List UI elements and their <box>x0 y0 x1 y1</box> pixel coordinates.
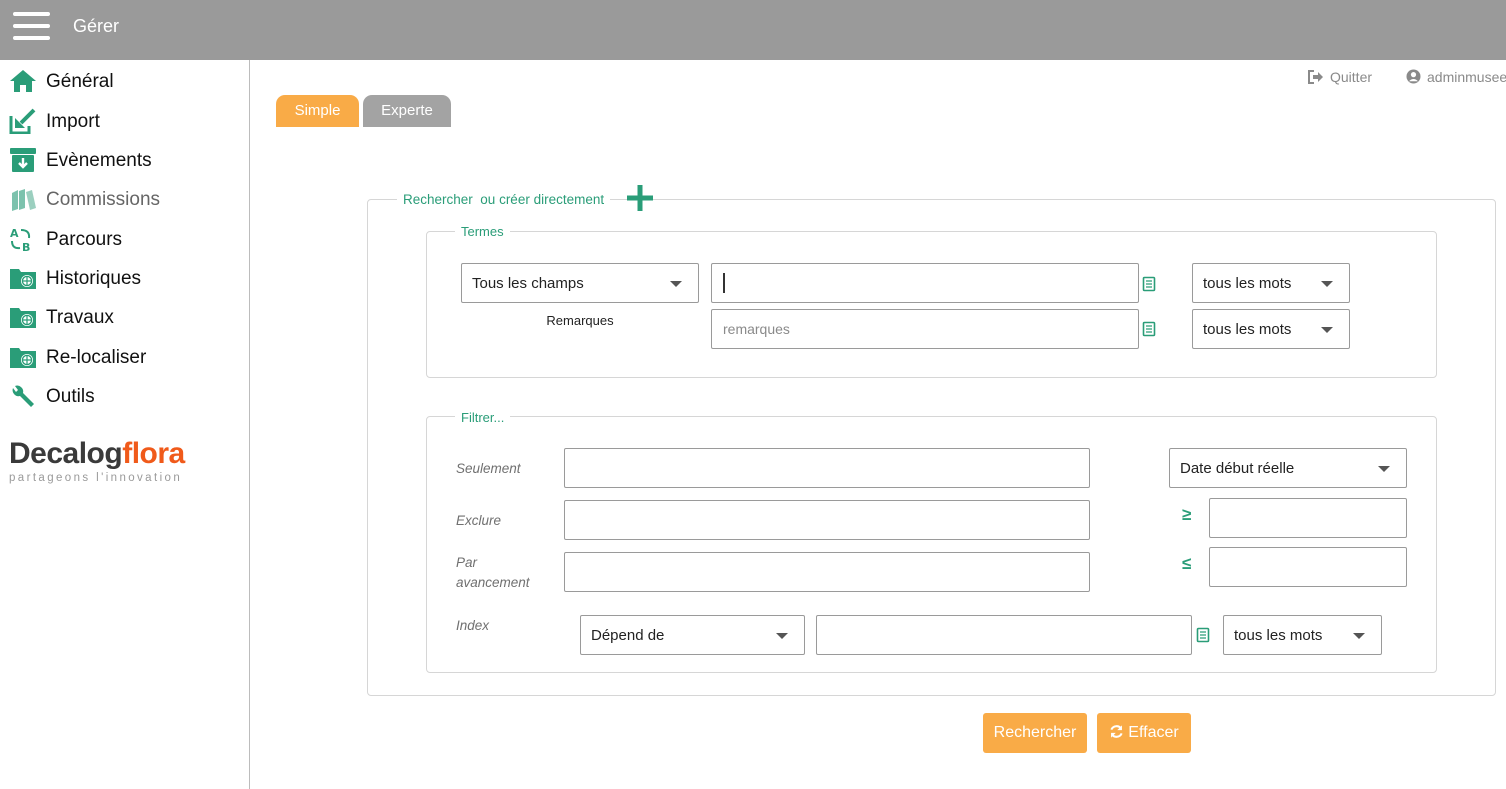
exclure-input[interactable] <box>564 500 1090 540</box>
thesaurus-icon[interactable] <box>1142 321 1156 337</box>
quit-link[interactable]: Quitter <box>1308 69 1372 85</box>
search-legend: Rechercher ou créer directement <box>397 192 611 207</box>
seulement-input[interactable] <box>564 448 1090 488</box>
sidebar-item-travaux[interactable]: Travaux <box>9 300 244 332</box>
sidebar-item-evenements[interactable]: Evènements <box>9 143 244 175</box>
sidebar-item-historiques[interactable]: Historiques <box>9 261 244 293</box>
mode-select-1[interactable]: tous les mots <box>1192 263 1350 303</box>
chevron-down-icon <box>1353 633 1365 639</box>
wrench-icon <box>12 385 34 407</box>
seulement-label: Seulement <box>456 461 521 476</box>
lte-toggle[interactable]: ≤ <box>1182 554 1191 574</box>
index-label: Index <box>456 618 490 633</box>
page-title: Gérer <box>73 16 120 36</box>
field-select-value: Tous les champs <box>472 275 584 292</box>
sidebar-item-label: Re-localiser <box>46 347 147 368</box>
par-avancement-label: Par avancement <box>456 555 530 590</box>
exclure-label: Exclure <box>456 513 502 528</box>
termes-legend: Termes <box>455 224 510 239</box>
chevron-down-icon <box>1378 466 1390 472</box>
date-select[interactable]: Date début réelle <box>1169 448 1407 488</box>
term-input[interactable] <box>711 263 1139 303</box>
plus-icon[interactable] <box>625 183 655 213</box>
username: adminmusee <box>1427 69 1506 85</box>
clear-button[interactable]: Effacer <box>1097 713 1191 753</box>
sidebar-item-label: Commissions <box>46 189 161 210</box>
mode-select-2[interactable]: tous les mots <box>1192 309 1350 349</box>
logo-part2: flora <box>122 437 185 470</box>
date-from-input[interactable] <box>1209 498 1407 538</box>
index-mode-select-value: tous les mots <box>1234 627 1323 644</box>
home-icon <box>10 70 36 92</box>
mode-select-1-value: tous les mots <box>1203 275 1292 292</box>
create-legend-label: ou créer directement <box>480 192 605 207</box>
avancement-input[interactable] <box>564 552 1090 592</box>
chevron-down-icon <box>1321 281 1333 287</box>
index-mode-select[interactable]: tous les mots <box>1223 615 1382 655</box>
sidebar-item-label: Evènements <box>46 150 152 171</box>
sign-out-icon <box>1308 70 1323 84</box>
user-menu[interactable]: adminmusee <box>1406 69 1506 85</box>
sidebar-item-parcours[interactable]: A B Parcours <box>9 222 244 254</box>
search-button[interactable]: Rechercher <box>983 713 1087 753</box>
sidebar-item-label: Travaux <box>46 307 114 328</box>
import-icon <box>9 108 36 134</box>
top-bar: Gérer <box>0 0 1506 60</box>
mode-select-2-value: tous les mots <box>1203 321 1292 338</box>
refresh-icon <box>1110 725 1123 738</box>
field-caption: Remarques <box>546 313 614 328</box>
sidebar: Général Import Evènements Commissions A … <box>0 60 250 789</box>
tab-experte[interactable]: Experte <box>363 95 451 127</box>
logo-tagline: partageons l'innovation <box>9 472 183 484</box>
sidebar-item-outils[interactable]: Outils <box>9 379 244 411</box>
books-icon <box>12 189 36 211</box>
folder-globe-icon <box>10 269 36 289</box>
date-to-input[interactable] <box>1209 547 1407 587</box>
index-select[interactable]: Dépend de <box>580 615 805 655</box>
remarques-input[interactable] <box>711 309 1139 349</box>
gte-toggle[interactable]: ≥ <box>1182 505 1191 525</box>
sidebar-item-import[interactable]: Import <box>9 104 244 136</box>
filtrer-legend: Filtrer... <box>455 410 511 425</box>
thesaurus-icon[interactable] <box>1196 627 1210 643</box>
field-select[interactable]: Tous les champs <box>461 263 699 303</box>
index-input[interactable] <box>816 615 1192 655</box>
sidebar-item-label: Parcours <box>46 229 123 250</box>
sidebar-item-label: Général <box>46 71 114 92</box>
thesaurus-icon[interactable] <box>1142 276 1156 292</box>
chevron-down-icon <box>776 633 788 639</box>
folder-globe-icon <box>10 308 36 328</box>
chevron-down-icon <box>1321 327 1333 333</box>
sidebar-item-re-localiser[interactable]: Re-localiser <box>9 340 244 372</box>
user-circle-icon <box>1406 69 1421 84</box>
chevron-down-icon <box>670 281 682 287</box>
tab-simple[interactable]: Simple <box>276 95 359 127</box>
clear-button-label: Effacer <box>1128 724 1179 741</box>
route-icon: A B <box>10 227 30 252</box>
decalog-flora-logo: Decalogflora partageons l'innovation <box>9 438 239 488</box>
folder-globe-icon <box>10 348 36 368</box>
svg-text:A: A <box>10 227 19 240</box>
sidebar-item-label: Import <box>46 111 100 132</box>
hamburger-icon[interactable] <box>13 12 50 40</box>
search-legend-label: Rechercher <box>403 192 473 207</box>
sidebar-item-general[interactable]: Général <box>9 64 244 96</box>
logo-part1: Decalog <box>9 437 123 470</box>
archive-download-icon <box>10 148 36 172</box>
text-cursor <box>723 273 725 293</box>
sidebar-item-label: Outils <box>46 386 95 407</box>
date-select-value: Date début réelle <box>1180 460 1295 477</box>
termes-fieldset <box>426 231 1437 378</box>
sidebar-item-commissions[interactable]: Commissions <box>9 182 244 214</box>
sidebar-item-label: Historiques <box>46 268 142 289</box>
svg-text:B: B <box>22 241 30 252</box>
index-select-value: Dépend de <box>591 627 665 644</box>
quit-label: Quitter <box>1330 69 1373 85</box>
